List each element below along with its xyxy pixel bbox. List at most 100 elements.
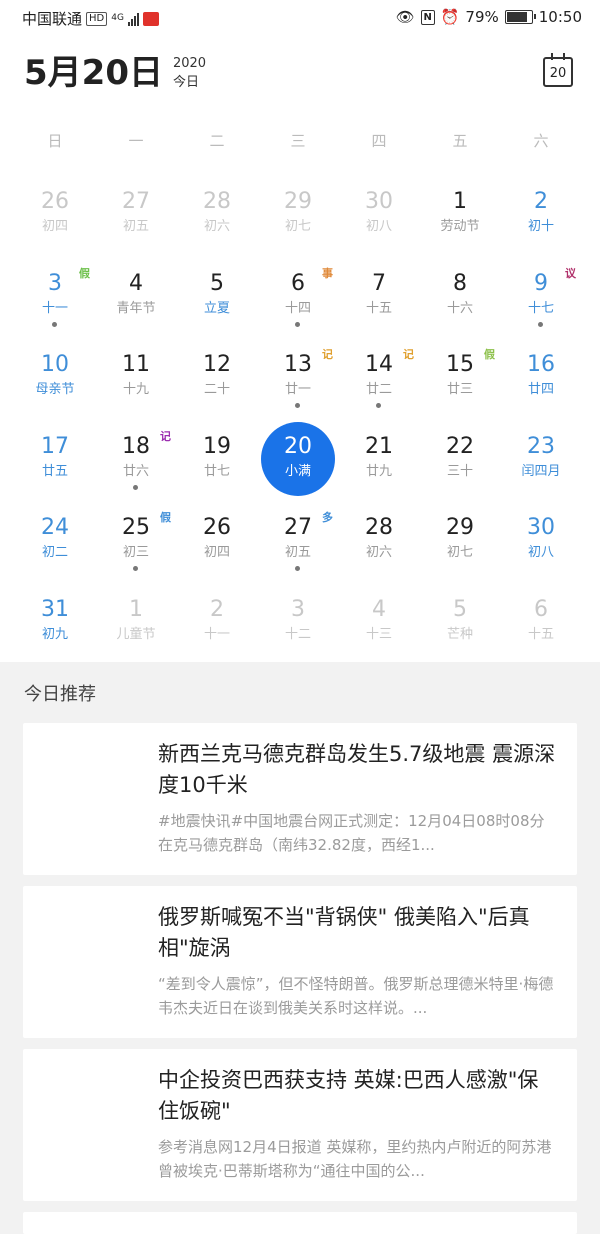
- calendar-day-cell[interactable]: 7 十五: [339, 265, 419, 345]
- lunar-date: 初五: [122, 219, 149, 234]
- calendar-day-cell[interactable]: 2 初十: [501, 183, 581, 263]
- calendar-day-cell[interactable]: 8 十六: [420, 265, 500, 345]
- battery-icon: [504, 10, 536, 24]
- day-badge: 记: [160, 429, 171, 443]
- day-badge: 议: [565, 266, 576, 280]
- lunar-date: 廿二: [365, 382, 392, 398]
- day-number: 19: [203, 433, 231, 459]
- news-card[interactable]: 俄罗斯喊冤不当"背锅侠" 俄美陷入"后真相"旋涡 “差到令人震惊”，但不怪特朗普。…: [23, 886, 577, 1038]
- calendar-day-cell[interactable]: 10 母亲节: [15, 346, 95, 426]
- lunar-date: 十六: [446, 300, 473, 316]
- calendar-day-cell[interactable]: 30 初八: [501, 509, 581, 589]
- lunar-date: 十三: [365, 627, 392, 642]
- day-number: 26: [41, 189, 69, 214]
- weekday-label: 一: [128, 132, 144, 150]
- day-number: 4: [129, 270, 143, 296]
- news-card[interactable]: 新西兰克马德克群岛发生5.7级地震 震源深度10千米 #地震快讯#中国地震台网正式…: [23, 723, 577, 875]
- lunar-date: 青年节: [116, 300, 156, 316]
- day-number: 10: [41, 352, 69, 378]
- status-bar: 中国联通 HD 4G 👁 N ⏰ 79% 10:50: [0, 0, 600, 36]
- weekday-header: 日一二三四五六: [0, 130, 600, 154]
- calendar-day-cell[interactable]: 15 廿三假: [420, 346, 500, 426]
- day-badge: 假: [484, 348, 495, 362]
- day-badge: 多: [322, 511, 333, 525]
- calendar-day-cell[interactable]: 30 初八: [339, 183, 419, 263]
- calendar-day-cell[interactable]: 28 初六: [177, 183, 257, 263]
- lunar-date: 初十: [527, 219, 554, 234]
- calendar-day-cell[interactable]: 20 小满: [258, 421, 338, 508]
- lunar-date: 二十: [203, 382, 230, 398]
- calendar-day-cell[interactable]: 16 廿四: [501, 346, 581, 426]
- calendar-day-cell[interactable]: 3 十一假: [15, 265, 95, 345]
- calendar-day-cell[interactable]: 6 十四事: [258, 265, 338, 345]
- recommend-heading: 今日推荐: [24, 684, 96, 705]
- calendar-day-cell[interactable]: 1 儿童节: [96, 591, 176, 671]
- event-dot: [52, 321, 57, 327]
- day-number: 30: [527, 515, 555, 541]
- news-thumbnail: [37, 1065, 149, 1185]
- calendar-day-cell[interactable]: 17 廿五: [15, 428, 95, 508]
- calendar-day-cell[interactable]: 5 芒种: [420, 591, 500, 671]
- news-card[interactable]: [23, 1212, 577, 1234]
- news-thumbnail: [37, 739, 149, 859]
- lunar-date: 廿一: [284, 382, 311, 398]
- day-number: 5: [210, 270, 224, 296]
- lunar-date: 儿童节: [116, 627, 156, 642]
- calendar-day-cell[interactable]: 28 初六: [339, 509, 419, 589]
- calendar-day-cell[interactable]: 23 闰四月: [501, 428, 581, 508]
- day-number: 4: [372, 597, 386, 622]
- weekday-label: 日: [47, 132, 63, 150]
- lunar-date: 十五: [527, 627, 554, 642]
- calendar-day-cell[interactable]: 4 青年节: [96, 265, 176, 345]
- calendar-day-cell[interactable]: 6 十五: [501, 591, 581, 671]
- day-number: 28: [365, 515, 393, 541]
- calendar-day-cell[interactable]: 13 廿一记: [258, 346, 338, 426]
- app-notification-icon: [142, 11, 159, 26]
- calendar-day-cell[interactable]: 27 初五: [96, 183, 176, 263]
- calendar-day-cell[interactable]: 12 二十: [177, 346, 257, 426]
- news-card[interactable]: 中企投资巴西获支持 英媒:巴西人感激"保住饭碗" 参考消息网12月4日报道 英媒称…: [23, 1049, 577, 1201]
- calendar-day-cell[interactable]: 22 三十: [420, 428, 500, 508]
- calendar-day-cell[interactable]: 2 十一: [177, 591, 257, 671]
- calendar-today-button[interactable]: 20: [543, 53, 573, 87]
- lunar-date: 初九: [41, 627, 68, 642]
- calendar-day-cell[interactable]: 26 初四: [15, 183, 95, 263]
- lunar-date: 十九: [122, 382, 149, 398]
- calendar-day-cell[interactable]: 19 廿七: [177, 428, 257, 508]
- day-number: 6: [534, 597, 548, 622]
- calendar-day-cell[interactable]: 21 廿九: [339, 428, 419, 508]
- calendar-day-cell[interactable]: 29 初七: [258, 183, 338, 263]
- calendar-day-cell[interactable]: 9 十七议: [501, 265, 581, 345]
- calendar-day-cell[interactable]: 11 十九: [96, 346, 176, 426]
- calendar-day-cell[interactable]: 25 初三假: [96, 509, 176, 589]
- news-summary: 参考消息网12月4日报道 英媒称，里约热内卢附近的阿苏港曾被埃克·巴蒂斯塔称为“…: [158, 1138, 552, 1180]
- calendar-day-cell[interactable]: 31 初九: [15, 591, 95, 671]
- calendar-day-cell[interactable]: 26 初四: [177, 509, 257, 589]
- lunar-date: 廿七: [203, 463, 230, 479]
- day-number: 12: [203, 352, 231, 378]
- event-dot: [133, 566, 138, 572]
- signal-icon: [127, 12, 139, 26]
- calendar-day-cell[interactable]: 5 立夏: [177, 265, 257, 345]
- calendar-day-cell[interactable]: 27 初五多: [258, 509, 338, 589]
- calendar-day-cell[interactable]: 14 廿二记: [339, 346, 419, 426]
- lunar-date: 廿四: [527, 382, 554, 398]
- day-badge: 事: [322, 266, 333, 280]
- calendar-day-cell[interactable]: 18 廿六记: [96, 428, 176, 508]
- day-number: 30: [365, 189, 393, 214]
- network-label: 4G: [111, 13, 124, 23]
- lunar-date: 初五: [284, 545, 311, 561]
- calendar-day-cell[interactable]: 4 十三: [339, 591, 419, 671]
- calendar-day-cell[interactable]: 1 劳动节: [420, 183, 500, 263]
- battery-percent: 79%: [465, 8, 499, 26]
- calendar-day-cell[interactable]: 3 十二: [258, 591, 338, 671]
- lunar-date: 初二: [41, 545, 68, 561]
- today-label: 今日: [172, 75, 199, 90]
- calendar-day-cell[interactable]: 24 初二: [15, 509, 95, 589]
- day-number: 20: [284, 433, 312, 459]
- calendar-day-cell[interactable]: 29 初七: [420, 509, 500, 589]
- news-title: 新西兰克马德克群岛发生5.7级地震 震源深度10千米: [158, 742, 556, 797]
- lunar-date: 小满: [284, 463, 311, 479]
- lunar-date: 十七: [527, 300, 554, 316]
- news-title: 俄罗斯喊冤不当"背锅侠" 俄美陷入"后真相"旋涡: [158, 905, 530, 960]
